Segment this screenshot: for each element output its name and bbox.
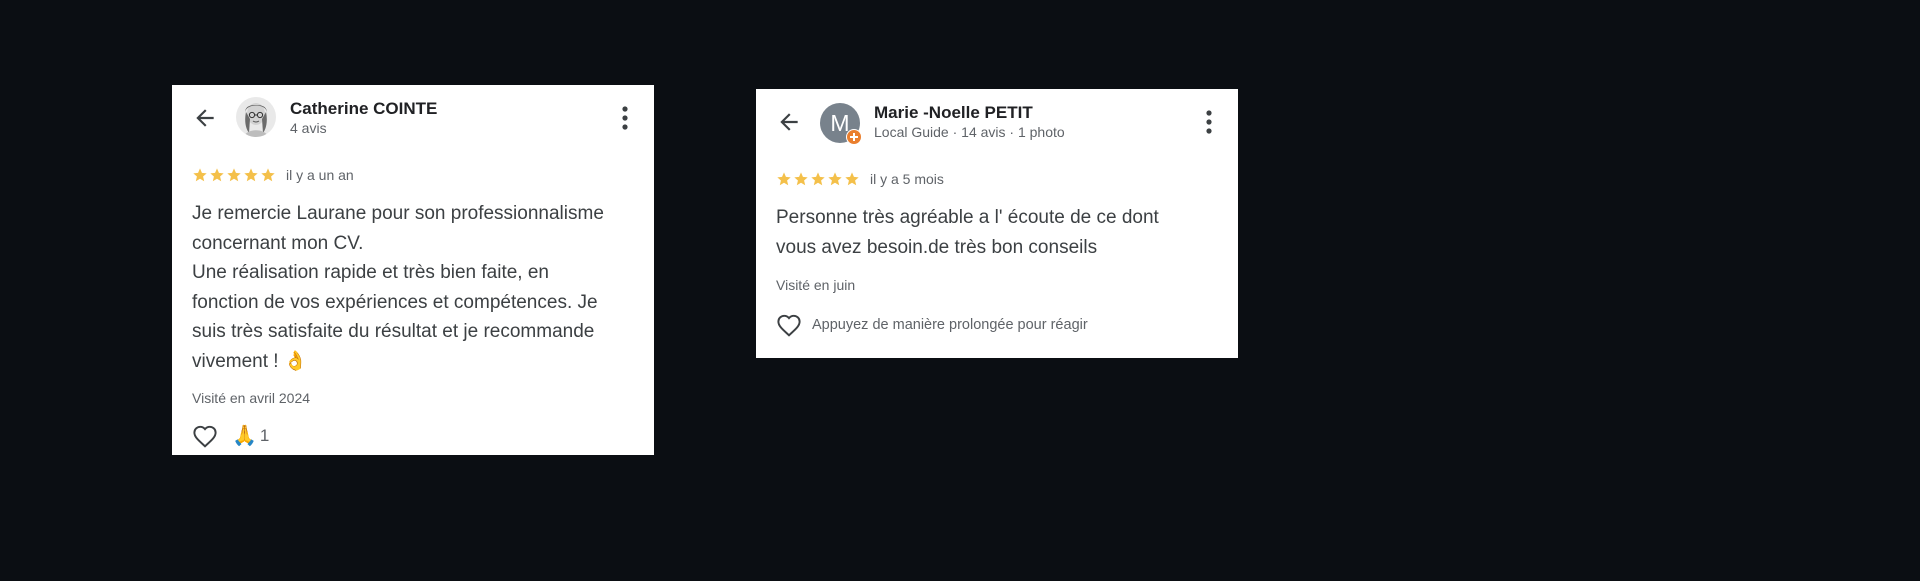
star-icon bbox=[777, 172, 791, 186]
rating-row: il y a 5 mois bbox=[776, 169, 944, 189]
more-options-icon[interactable] bbox=[620, 105, 630, 131]
star-icon bbox=[244, 168, 258, 182]
review-text: Je remercie Laurane pour son professionn… bbox=[192, 203, 604, 372]
review-card: M Marie -Noelle PETIT Local Guide · 14 a… bbox=[756, 89, 1238, 358]
more-options-icon[interactable] bbox=[1204, 109, 1214, 135]
review-date: il y a 5 mois bbox=[870, 171, 944, 187]
reviewer-name[interactable]: Marie -Noelle PETIT bbox=[874, 103, 1033, 123]
star-icon bbox=[261, 168, 275, 182]
local-guide-badge-icon bbox=[846, 129, 862, 145]
reviewer-meta: 4 avis bbox=[290, 120, 327, 136]
reaction-count: 1 bbox=[259, 426, 270, 445]
star-rating bbox=[192, 167, 276, 183]
star-icon bbox=[794, 172, 808, 186]
reviewer-meta: Local Guide · 14 avis · 1 photo bbox=[874, 124, 1065, 140]
star-icon bbox=[845, 172, 859, 186]
star-icon bbox=[227, 168, 241, 182]
heart-outline-icon[interactable] bbox=[776, 313, 802, 337]
review-date: il y a un an bbox=[286, 167, 354, 183]
star-rating bbox=[776, 171, 860, 187]
reaction-row: 🙏 1 bbox=[192, 424, 269, 448]
back-arrow-icon[interactable] bbox=[776, 109, 802, 135]
react-hint-text: Appuyez de manière prolongée pour réagir bbox=[812, 317, 1088, 333]
rating-row: il y a un an bbox=[192, 165, 354, 185]
star-icon bbox=[210, 168, 224, 182]
back-arrow-icon[interactable] bbox=[192, 105, 218, 131]
star-icon bbox=[811, 172, 825, 186]
heart-outline-icon[interactable] bbox=[192, 424, 218, 448]
review-header: Catherine COINTE 4 avis bbox=[172, 85, 654, 147]
star-icon bbox=[193, 168, 207, 182]
pray-reaction-icon[interactable]: 🙏 bbox=[232, 424, 257, 448]
star-icon bbox=[828, 172, 842, 186]
review-text: Personne très agréable a l' écoute de ce… bbox=[776, 207, 1159, 258]
visit-date: Visité en avril 2024 bbox=[192, 390, 311, 406]
avatar[interactable] bbox=[236, 97, 276, 137]
reviewer-photo-icon bbox=[236, 97, 276, 137]
review-card: Catherine COINTE 4 avis il y a un an Je … bbox=[172, 85, 654, 455]
reviewer-name[interactable]: Catherine COINTE bbox=[290, 99, 437, 119]
reaction-row: Appuyez de manière prolongée pour réagir bbox=[776, 313, 1088, 337]
visit-date: Visité en juin bbox=[776, 277, 856, 293]
review-header: M Marie -Noelle PETIT Local Guide · 14 a… bbox=[756, 89, 1238, 151]
